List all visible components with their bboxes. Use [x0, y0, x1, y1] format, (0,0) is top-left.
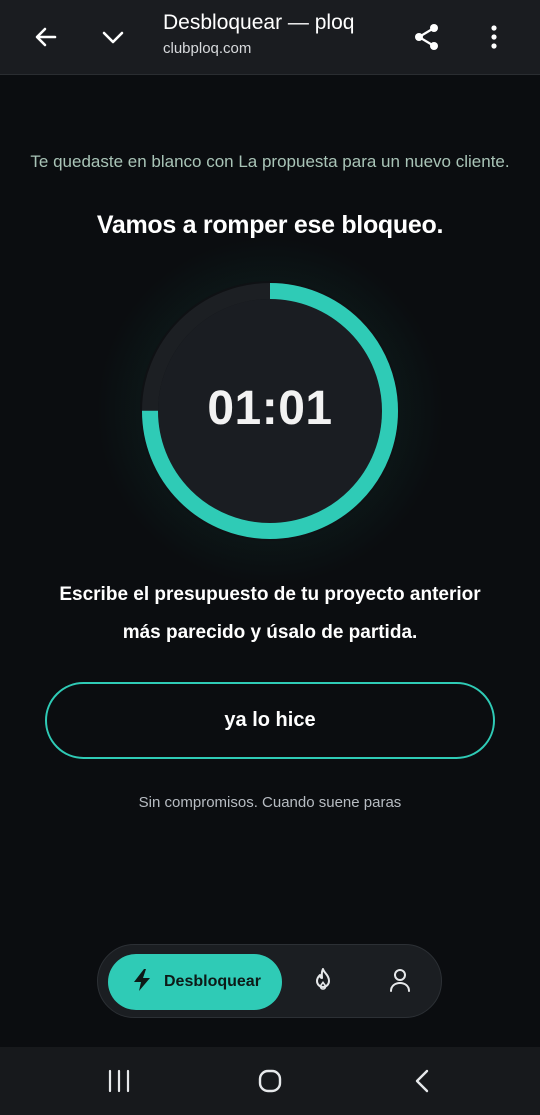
nav-item-perfil[interactable]	[382, 964, 418, 1000]
bottom-nav: Desbloquear	[97, 944, 442, 1018]
block-context-text: Te quedaste en blanco con La propuesta p…	[30, 152, 510, 171]
recents-icon[interactable]	[99, 1061, 139, 1101]
flame-icon	[311, 967, 335, 998]
timer-glow	[95, 236, 445, 586]
helper-note: Sin compromisos. Cuando suene paras	[138, 794, 402, 811]
browser-toolbar: Desbloquear — ploq clubploq.com	[0, 0, 540, 75]
nav-item-desbloquear[interactable]: Desbloquear	[108, 954, 282, 1010]
timer-countdown: 01:01	[207, 382, 333, 435]
nav-item-label: Desbloquear	[164, 973, 261, 990]
timer-track	[142, 283, 398, 539]
done-button[interactable]: ya lo hice	[45, 682, 495, 759]
timer-progress-arc	[142, 283, 398, 539]
page-title-block: Desbloquear — ploq clubploq.com	[163, 10, 354, 60]
bolt-icon	[130, 968, 154, 997]
page-url: clubploq.com	[163, 40, 252, 57]
share-icon[interactable]	[405, 15, 449, 59]
system-navigation-bar	[0, 1047, 540, 1115]
timer-face	[158, 299, 382, 523]
nav-item-racha[interactable]	[305, 964, 341, 1000]
instruction-text: Escribe el presupuesto de tu proyecto an…	[59, 584, 481, 643]
headline: Vamos a romper ese bloqueo.	[96, 211, 444, 239]
more-vertical-icon[interactable]	[472, 15, 516, 59]
chevron-down-icon[interactable]	[91, 15, 135, 59]
timer-ring	[140, 281, 400, 541]
home-icon[interactable]	[250, 1061, 290, 1101]
screen: Desbloquear — ploq clubploq.com Te queda…	[0, 0, 540, 1115]
page-title: Desbloquear — ploq	[163, 11, 355, 34]
user-icon	[388, 967, 412, 998]
back-arrow-icon[interactable]	[24, 15, 68, 59]
back-icon[interactable]	[402, 1061, 442, 1101]
